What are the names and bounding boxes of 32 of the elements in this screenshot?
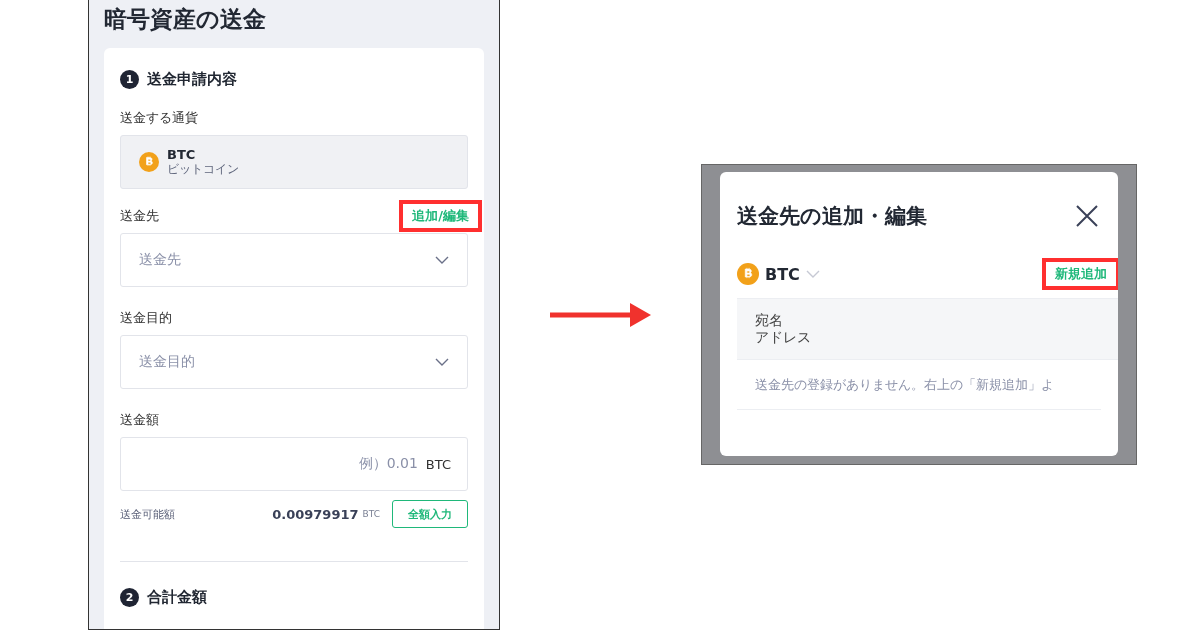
field-label: 送金する通貨 (120, 110, 198, 125)
add-edit-link[interactable]: 追加/編集 (399, 200, 482, 232)
available-amount: 0.00979917 (272, 506, 359, 522)
page-title: 暗号資産の送金 (104, 5, 267, 34)
currency-code: BTC (765, 264, 800, 284)
available-unit: BTC (362, 509, 380, 519)
add-new-link[interactable]: 新規追加 (1042, 258, 1118, 290)
destination-select[interactable]: 送金先 (120, 233, 468, 287)
field-label: 送金先 (120, 207, 159, 225)
purpose-select[interactable]: 送金目的 (120, 335, 468, 389)
step-number: 1 (120, 70, 139, 89)
chevron-down-icon (435, 256, 449, 264)
section-title: 送金申請内容 (147, 70, 237, 89)
bitcoin-icon (737, 263, 759, 285)
close-button[interactable] (1074, 203, 1100, 229)
field-label: 送金目的 (120, 309, 172, 327)
section-title: 合計金額 (147, 588, 207, 607)
field-label: 送金額 (120, 411, 159, 429)
currency-name: ビットコイン (167, 162, 239, 177)
bitcoin-icon (139, 152, 159, 172)
column-heading: 宛名 (755, 312, 784, 329)
arrow-icon (549, 300, 652, 330)
chevron-down-icon (805, 270, 820, 278)
column-heading: アドレス (755, 329, 812, 346)
chevron-down-icon (435, 358, 449, 366)
amount-field[interactable]: 例）0.01 BTC (120, 437, 468, 491)
currency-code: BTC (167, 147, 197, 162)
available-label: 送金可能額 (120, 506, 176, 522)
full-amount-button[interactable]: 全額入力 (392, 500, 468, 528)
dialog-title: 送金先の追加・編集 (737, 203, 927, 230)
empty-message: 送金先の登録がありません。右上の「新規追加」よ (755, 375, 1054, 394)
step-number: 2 (120, 588, 139, 607)
